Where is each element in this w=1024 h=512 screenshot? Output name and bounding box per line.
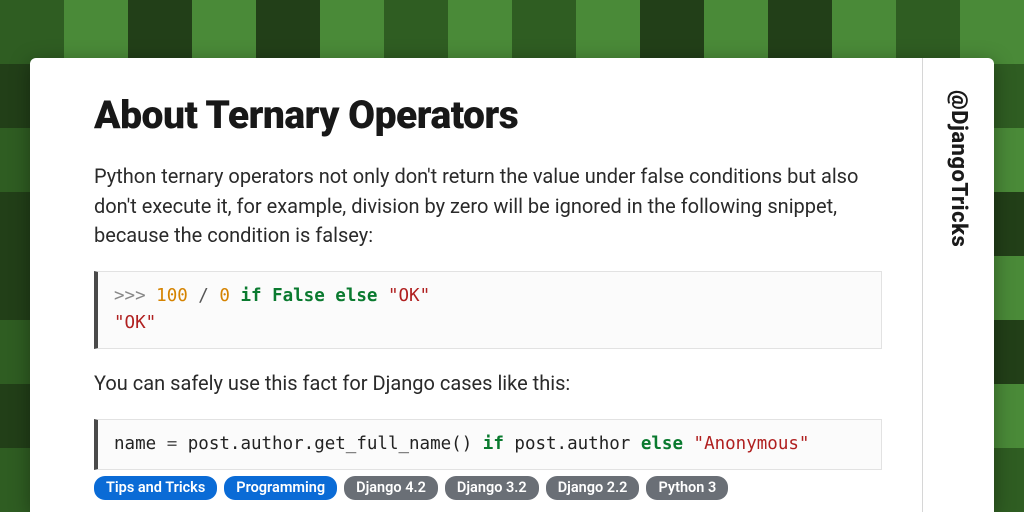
tag-tips-and-tricks[interactable]: Tips and Tricks: [94, 476, 217, 500]
tag-python-3[interactable]: Python 3: [646, 476, 728, 500]
followup-paragraph: You can safely use this fact for Django …: [94, 369, 882, 399]
intro-paragraph: Python ternary operators not only don't …: [94, 162, 882, 251]
keyword-if-2: if: [472, 434, 514, 454]
literal-0: 0: [219, 286, 230, 306]
call-get-full-name: post.author.get_full_name(): [188, 434, 472, 454]
identifier-name: name: [114, 434, 167, 454]
tag-django-3-2[interactable]: Django 3.2: [445, 476, 539, 500]
repl-prompt: >>>: [114, 286, 156, 306]
tag-django-4-2[interactable]: Django 4.2: [344, 476, 438, 500]
keyword-if: if: [230, 286, 272, 306]
operator-assign: =: [167, 434, 188, 454]
article-title: About Ternary Operators: [94, 92, 882, 138]
sidebar: @DjangoTricks: [922, 58, 994, 512]
string-ok: "OK": [388, 286, 430, 306]
condition-post-author: post.author: [514, 434, 630, 454]
tag-programming[interactable]: Programming: [224, 476, 337, 500]
operator-divide: /: [188, 286, 220, 306]
keyword-false: False: [272, 286, 325, 306]
keyword-else: else: [325, 286, 388, 306]
output-ok: "OK": [114, 313, 156, 333]
literal-100: 100: [156, 286, 188, 306]
author-handle: @DjangoTricks: [946, 90, 971, 247]
string-anonymous: "Anonymous": [694, 434, 810, 454]
code-snippet-2: name = post.author.get_full_name() if po…: [94, 419, 882, 470]
article-card: About Ternary Operators Python ternary o…: [30, 58, 994, 512]
tag-row: Tips and Tricks Programming Django 4.2 Djan…: [94, 476, 728, 500]
article-main: About Ternary Operators Python ternary o…: [30, 58, 922, 512]
keyword-else-2: else: [630, 434, 693, 454]
code-snippet-1: >>> 100 / 0 if False else "OK" "OK": [94, 271, 882, 349]
tag-django-2-2[interactable]: Django 2.2: [546, 476, 640, 500]
